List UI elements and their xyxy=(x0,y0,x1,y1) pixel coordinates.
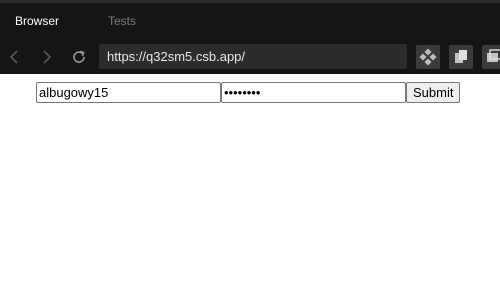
login-form: Submit xyxy=(36,82,461,103)
copy-button[interactable] xyxy=(449,45,473,69)
refresh-button[interactable] xyxy=(70,48,88,66)
window-icon xyxy=(487,49,500,62)
browser-chrome: Browser Tests https://q32sm5.csb.app/ xyxy=(0,0,500,74)
forward-button[interactable] xyxy=(37,48,55,66)
copy-icon xyxy=(455,50,467,63)
tab-browser[interactable]: Browser xyxy=(15,14,59,28)
move-button[interactable] xyxy=(416,45,440,69)
page-content: Submit xyxy=(0,74,500,282)
refresh-icon xyxy=(73,50,85,63)
back-button[interactable] xyxy=(6,48,24,66)
submit-button[interactable]: Submit xyxy=(406,82,461,103)
address-bar[interactable]: https://q32sm5.csb.app/ xyxy=(99,44,407,69)
move-icon xyxy=(419,48,437,66)
top-strip xyxy=(0,0,500,3)
username-input[interactable] xyxy=(36,82,221,103)
chevron-left-icon xyxy=(9,50,18,64)
tab-tests[interactable]: Tests xyxy=(108,14,136,28)
chevron-right-icon xyxy=(43,50,52,64)
window-button[interactable] xyxy=(482,45,500,69)
password-input[interactable] xyxy=(221,82,406,103)
